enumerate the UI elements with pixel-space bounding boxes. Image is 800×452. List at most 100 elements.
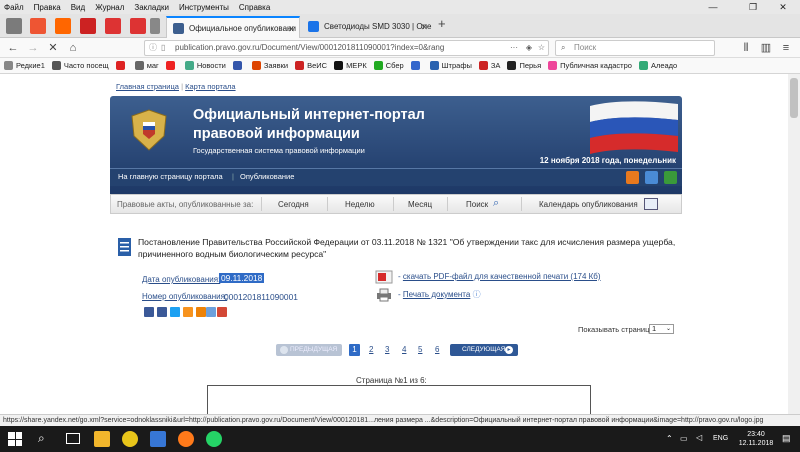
back-icon[interactable]: ← xyxy=(5,40,21,56)
tab-pravo[interactable]: Официальное опубликовани ✕ xyxy=(166,16,300,38)
bookmark-item[interactable]: МЕРК xyxy=(334,61,367,70)
bookmark-item[interactable]: Заявки xyxy=(251,61,288,70)
stop-icon[interactable]: ✕ xyxy=(45,40,61,56)
pocket-icon[interactable]: ◈ xyxy=(526,41,532,55)
nav-home-link[interactable]: На главную страницу портала xyxy=(118,172,223,181)
bookmark-item[interactable]: Редкие1 xyxy=(4,61,45,70)
menu-edit[interactable]: Правка xyxy=(34,3,61,12)
app-icon-5[interactable] xyxy=(105,18,121,34)
network-icon[interactable]: ▭ xyxy=(680,434,688,443)
crumb-sitemap-link[interactable]: Карта портала xyxy=(185,82,235,91)
pdf-link-text[interactable]: скачать PDF-файл для качественной печати… xyxy=(403,272,601,281)
language-indicator[interactable]: ENG xyxy=(713,435,728,442)
next-page-button[interactable]: СЛЕДУЮЩАЯ ▸ xyxy=(450,344,518,356)
prev-page-button[interactable]: ПРЕДЫДУЩАЯ xyxy=(276,344,342,356)
filter-today-button[interactable]: Сегодня xyxy=(278,200,309,209)
bookmark-item[interactable] xyxy=(115,61,128,70)
bookmark-star-icon[interactable]: ☆ xyxy=(538,41,545,55)
bookmark-item[interactable]: Перья xyxy=(507,61,541,70)
tray-arrow-icon[interactable]: ⌃ xyxy=(666,434,673,443)
close-window-icon[interactable]: ✕ xyxy=(766,0,800,14)
app-icon-7[interactable] xyxy=(150,18,160,34)
file-explorer-icon[interactable] xyxy=(94,431,110,447)
crumb-home-link[interactable]: Главная страница xyxy=(116,82,179,91)
page-number-6[interactable]: 6 xyxy=(435,344,439,356)
scrollbar[interactable] xyxy=(788,74,800,414)
google-plus-share-icon[interactable] xyxy=(217,307,227,317)
chrome-icon[interactable] xyxy=(122,431,138,447)
app-icon-2[interactable] xyxy=(30,18,46,34)
filter-month-button[interactable]: Месяц xyxy=(408,200,432,209)
livejournal-share-icon[interactable] xyxy=(206,307,216,317)
tab-onelec[interactable]: Светодиоды SMD 3030 | Onelec ✕ xyxy=(302,16,432,38)
minimize-icon[interactable]: — xyxy=(696,0,730,14)
facebook-share-icon[interactable] xyxy=(157,307,167,317)
close-tab-icon[interactable]: ✕ xyxy=(287,18,295,38)
bookmark-item[interactable] xyxy=(165,61,178,70)
bookmark-item[interactable]: маг xyxy=(134,61,159,70)
pdf-link[interactable]: - скачать PDF-файл для качественной печа… xyxy=(398,272,601,281)
clock[interactable]: 23:40 12.11.2018 xyxy=(735,430,777,448)
task-view-icon[interactable] xyxy=(66,433,80,444)
twitter-share-icon[interactable] xyxy=(170,307,180,317)
pdf-icon[interactable] xyxy=(375,270,393,284)
printer-icon[interactable] xyxy=(375,288,393,302)
bookmark-item[interactable]: Часто посещ xyxy=(51,61,109,70)
menu-view[interactable]: Вид xyxy=(71,3,85,12)
vk-share-icon[interactable] xyxy=(144,307,154,317)
rss-icon[interactable] xyxy=(626,171,639,184)
page-number-1[interactable]: 1 xyxy=(349,344,360,356)
bookmark-item[interactable]: ВеИС xyxy=(295,61,327,70)
app-icon[interactable] xyxy=(150,431,166,447)
bookmark-item[interactable]: Новости xyxy=(184,61,226,70)
bookmark-item[interactable]: Штрафы xyxy=(429,61,472,70)
scrollbar-thumb[interactable] xyxy=(790,78,798,118)
app-icon-1[interactable] xyxy=(6,18,22,34)
print-link[interactable]: - Печать документа ⓘ xyxy=(398,289,481,300)
bookmark-item[interactable]: Сбер xyxy=(373,61,404,70)
page-number-2[interactable]: 2 xyxy=(369,344,373,356)
home-icon[interactable]: ⌂ xyxy=(65,40,81,56)
page-actions-icon[interactable]: ··· xyxy=(510,41,518,55)
app-icon-3[interactable] xyxy=(55,18,71,34)
print-link-text[interactable]: Печать документа xyxy=(403,290,470,299)
coat-of-arms-icon[interactable] xyxy=(124,106,174,154)
info-icon[interactable]: ⓘ xyxy=(149,41,157,55)
filter-week-button[interactable]: Неделю xyxy=(345,200,375,209)
close-tab-icon[interactable]: ✕ xyxy=(420,16,428,38)
odnoklassniki-share-icon[interactable] xyxy=(183,307,193,317)
windows-start-icon[interactable] xyxy=(8,432,22,446)
url-bar[interactable]: ⓘ ▯ publication.pravo.gov.ru/Document/Vi… xyxy=(144,40,549,56)
magnifier-icon[interactable]: ⌕ xyxy=(493,197,499,210)
mailru-share-icon[interactable] xyxy=(196,307,206,317)
document-viewer[interactable] xyxy=(207,385,591,414)
page-number-4[interactable]: 4 xyxy=(402,344,406,356)
bookmark-item[interactable] xyxy=(410,61,423,70)
app-icon-6[interactable] xyxy=(130,18,146,34)
pages-per-view-select[interactable]: 1 ⌄ xyxy=(649,324,674,334)
hamburger-menu-icon[interactable]: ≡ xyxy=(778,40,794,56)
restore-icon[interactable]: ❐ xyxy=(736,0,770,14)
forward-icon[interactable]: → xyxy=(25,40,41,56)
menu-help[interactable]: Справка xyxy=(239,3,270,12)
search-input[interactable]: ⌕ Поиск xyxy=(555,40,715,56)
search-icon[interactable]: ⌕ xyxy=(38,431,45,446)
page-number-3[interactable]: 3 xyxy=(385,344,389,356)
nav-publication-link[interactable]: Опубликование xyxy=(240,172,294,181)
bookmark-item[interactable]: Алеадо xyxy=(638,61,677,70)
menu-history[interactable]: Журнал xyxy=(95,3,124,12)
app-icon-4[interactable] xyxy=(80,18,96,34)
notifications-icon[interactable]: ▤ xyxy=(782,433,791,444)
menu-tools[interactable]: Инструменты xyxy=(179,3,229,12)
mobile-icon[interactable] xyxy=(664,171,677,184)
menu-file[interactable]: Файл xyxy=(4,3,24,12)
menu-bookmarks[interactable]: Закладки xyxy=(134,3,169,12)
whatsapp-icon[interactable] xyxy=(206,431,222,447)
bookmark-item[interactable] xyxy=(232,61,245,70)
volume-icon[interactable]: ◁ xyxy=(696,433,702,442)
widget-icon[interactable] xyxy=(645,171,658,184)
calendar-icon[interactable] xyxy=(644,198,658,210)
sidebar-icon[interactable]: ▥ xyxy=(758,40,774,56)
firefox-icon[interactable] xyxy=(178,431,194,447)
bookmark-item[interactable]: ЗА xyxy=(478,61,500,70)
